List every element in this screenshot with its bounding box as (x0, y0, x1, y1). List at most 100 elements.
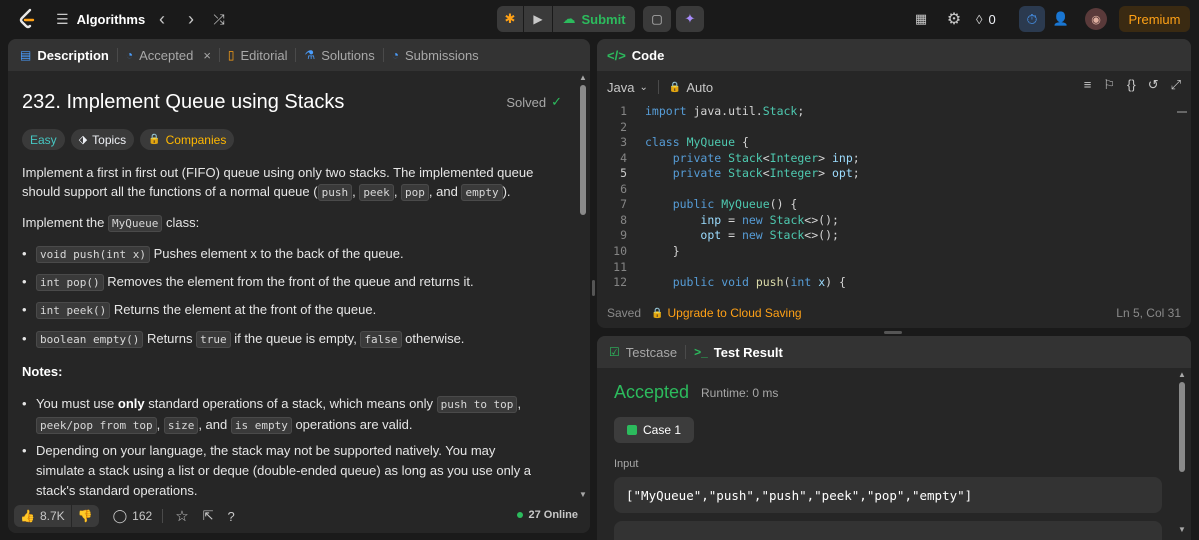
companies-button[interactable]: 🔒 Companies (140, 129, 235, 150)
method-text: Returns (143, 331, 197, 346)
line-number: 11 (613, 259, 627, 274)
comment-count: 162 (132, 509, 153, 523)
note-icon: ▢ (651, 12, 663, 26)
next-question-icon[interactable]: › (181, 8, 201, 30)
favorite-star-icon[interactable]: ☆ (169, 505, 194, 527)
notes-heading: Notes: (22, 364, 63, 379)
problem-list-button[interactable]: ☰ Algorithms (56, 9, 145, 29)
stopwatch-icon: ⏱ (1026, 10, 1038, 27)
premium-button[interactable]: Premium (1119, 6, 1190, 32)
shuffle-icon[interactable]: ⤮ (208, 8, 230, 30)
scrollbar-thumb[interactable] (580, 85, 586, 215)
language-selector[interactable]: Java ⌄ (607, 80, 648, 95)
online-dot-icon (517, 512, 524, 518)
auto-mode-toggle[interactable]: 🔒 Auto (669, 80, 713, 95)
code-footer: Saved 🔒 Upgrade to Cloud Saving Ln 5, Co… (597, 298, 1191, 328)
braces-icon[interactable]: {} (1127, 77, 1136, 93)
submit-label: Submit (581, 11, 626, 27)
runtime-label: Runtime: 0 ms (701, 386, 779, 400)
scrollbar-thumb[interactable] (1179, 382, 1185, 472)
sparkle-icon: ✦ (684, 11, 696, 26)
scroll-up-icon[interactable]: ▲ (1178, 370, 1186, 379)
tab-description[interactable]: ▤ Description (12, 39, 117, 71)
code-line[interactable]: 6 (597, 182, 627, 198)
code-line[interactable]: 3 class MyQueue { (597, 135, 749, 151)
code-line[interactable]: 10 } (597, 244, 679, 260)
scroll-down-icon[interactable]: ▼ (1178, 525, 1186, 534)
leetcode-logo[interactable] (16, 8, 38, 30)
bookmark-icon[interactable]: ⚐ (1103, 77, 1115, 93)
tab-editorial[interactable]: ▯ Editorial (220, 39, 296, 71)
description-panel: ▤ Description ◔ Accepted × ▯ Editorial ⚗… (8, 39, 590, 533)
scroll-up-icon[interactable]: ▲ (579, 73, 587, 82)
like-count: 8.7K (39, 509, 65, 523)
ai-assistant-button[interactable]: ✦ (676, 6, 704, 32)
history-icon: ◔ (125, 48, 134, 62)
horizontal-resize-handle[interactable] (884, 331, 902, 334)
line-number: 7 (620, 197, 627, 212)
line-code: class MyQueue { (645, 135, 749, 150)
upgrade-link[interactable]: 🔒 Upgrade to Cloud Saving (651, 306, 802, 320)
layout-icon[interactable]: ▦ (910, 8, 932, 30)
reset-icon[interactable]: ↺ (1148, 77, 1159, 93)
settings-gear-icon[interactable]: ⚙ (943, 8, 965, 30)
scroll-down-icon[interactable]: ▼ (579, 490, 587, 499)
share-icon[interactable]: ⇱ (197, 505, 220, 527)
expand-icon[interactable]: ⤢ (1171, 77, 1181, 93)
tab-accepted[interactable]: ◔ Accepted × (118, 39, 219, 71)
line-number: 6 (620, 181, 627, 196)
code-line[interactable]: 9 opt = new Stack<>(); (597, 228, 839, 244)
result-scroll-track[interactable]: ▲ ▼ (1177, 368, 1187, 540)
dislike-button[interactable]: 👎 (71, 505, 99, 527)
code-line[interactable]: 11 (597, 260, 627, 276)
code-line[interactable]: 1 import java.util.Stack; (597, 104, 804, 120)
case-1-button[interactable]: Case 1 (614, 417, 694, 443)
streak-counter[interactable]: ◊ 0 (976, 8, 996, 30)
upgrade-label: Upgrade to Cloud Saving (667, 306, 802, 320)
code-line[interactable]: 5 private Stack<Integer> opt; (597, 166, 860, 182)
tab-solutions[interactable]: ⚗ Solutions (296, 39, 382, 71)
topics-button[interactable]: ⬗ Topics (70, 129, 135, 150)
thumbs-up-icon: 👍 (20, 509, 35, 523)
like-button[interactable]: 👍 8.7K (14, 505, 71, 527)
problem-title[interactable]: 232. Implement Queue using Stacks (22, 91, 344, 114)
debug-button[interactable]: ✱ (497, 6, 523, 32)
submit-button[interactable]: ☁ Submit (553, 6, 635, 32)
prev-question-icon[interactable]: ‹ (152, 8, 172, 30)
help-icon[interactable]: ? (222, 505, 241, 527)
line-number: 9 (620, 228, 627, 243)
code-line[interactable]: 4 private Stack<Integer> inp; (597, 151, 860, 167)
code-line[interactable]: 12 public void push(int x) { (597, 275, 846, 291)
difficulty-badge: Easy (22, 129, 65, 150)
tab-test-result[interactable]: >_ Test Result (686, 336, 791, 368)
note-text: standard operations of a stack, which me… (144, 396, 437, 411)
close-icon[interactable]: × (203, 48, 211, 63)
notes-button[interactable]: ▢ (643, 6, 671, 32)
vertical-resize-handle[interactable] (592, 280, 595, 296)
line-code: opt = new Stack<>(); (700, 228, 839, 243)
tab-testcase[interactable]: ☑ Testcase (601, 336, 685, 368)
input-value-box[interactable]: ["MyQueue","push","push","peek","pop","e… (614, 477, 1162, 513)
code-line[interactable]: 8 inp = new Stack<>(); (597, 213, 839, 229)
run-button[interactable]: ▶ (524, 6, 552, 32)
code-line[interactable]: 2 (597, 120, 627, 136)
input-value: ["MyQueue","push","push","peek","pop","e… (626, 487, 973, 503)
inline-code: void push(int x) (36, 246, 150, 263)
inline-code: peek/pop from top (36, 417, 157, 434)
note-item: You must use only standard operations of… (22, 394, 552, 436)
code-line[interactable]: 7 public MyQueue() { (597, 197, 797, 213)
code-editor[interactable]: 1 import java.util.Stack; 2 3 class MyQueue … (597, 103, 1191, 328)
timer-button[interactable]: ⏱ (1019, 6, 1045, 32)
description-scroll-track[interactable]: ▲ ▼ (578, 71, 588, 499)
tab-label: Testcase (625, 344, 678, 360)
add-friend-icon[interactable]: 👤 (1049, 8, 1073, 30)
comments-button[interactable]: ◯ 162 (107, 505, 159, 527)
line-code: private Stack<Integer> inp; (672, 150, 860, 165)
inline-code: peek (359, 184, 394, 201)
note-bold: only (117, 396, 145, 411)
tab-submissions[interactable]: ◔ Submissions (384, 39, 487, 71)
saved-status: Saved (607, 306, 642, 320)
avatar[interactable]: ◉ (1085, 8, 1107, 30)
online-indicator: 27 Online (517, 509, 578, 521)
format-icon[interactable]: ≡ (1084, 77, 1092, 93)
